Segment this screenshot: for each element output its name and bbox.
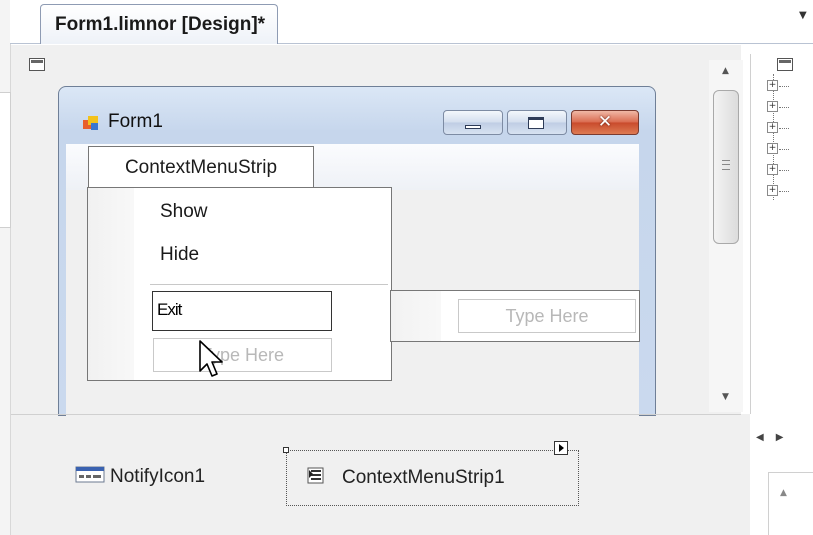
plus-icon[interactable]: +: [767, 80, 778, 91]
left-panel-tab[interactable]: [0, 92, 11, 228]
selection-handle[interactable]: [283, 447, 289, 453]
plus-icon[interactable]: +: [767, 164, 778, 175]
menu-image-margin: [88, 188, 134, 380]
context-menu-strip-icon: [307, 467, 324, 484]
scrollbar-grip-icon: [722, 160, 730, 170]
scroll-down-arrow-icon[interactable]: ▼: [722, 392, 729, 402]
mouse-pointer-icon: [199, 340, 223, 377]
type-here-submenu-item[interactable]: Type Here: [458, 299, 636, 333]
document-outline-panel: [750, 54, 813, 414]
left-panel-edge: [0, 0, 11, 535]
tree-connector: [773, 74, 775, 200]
panel-splitter[interactable]: [741, 414, 750, 535]
tree-connector: [779, 170, 789, 171]
type-here-new-item[interactable]: Type Here: [153, 338, 332, 372]
scroll-up-arrow-icon[interactable]: ▲: [780, 488, 787, 498]
context-menu-strip-component[interactable]: ContextMenuStrip1: [342, 467, 505, 489]
form-icon: [83, 116, 98, 130]
horizontal-scroll-arrows-icon[interactable]: ◀▶: [756, 432, 795, 443]
plus-icon[interactable]: +: [767, 143, 778, 154]
menu-item-hide[interactable]: Hide: [160, 244, 199, 266]
minimize-icon: [465, 125, 481, 129]
collapse-icon[interactable]: [29, 58, 45, 71]
minimize-button[interactable]: [443, 110, 503, 135]
submenu-image-margin: [391, 291, 441, 341]
component-tray-divider: [11, 414, 741, 415]
tab-dropdown-icon[interactable]: ▼: [799, 10, 807, 21]
tree-connector: [779, 149, 789, 150]
plus-icon[interactable]: +: [767, 101, 778, 112]
tree-connector: [779, 86, 789, 87]
plus-icon[interactable]: +: [767, 122, 778, 133]
plus-icon[interactable]: +: [767, 185, 778, 196]
context-menu-strip-header[interactable]: ContextMenuStrip: [88, 146, 314, 188]
scroll-up-arrow-icon[interactable]: ▲: [722, 66, 729, 76]
maximize-icon: [528, 117, 544, 129]
collapse-icon[interactable]: [777, 58, 793, 71]
notify-icon-component[interactable]: NotifyIcon1: [110, 466, 205, 488]
menu-item-show[interactable]: Show: [160, 201, 208, 223]
tree-connector: [779, 128, 789, 129]
menu-separator: [150, 284, 388, 285]
properties-panel: [768, 472, 813, 535]
tree-connector: [779, 107, 789, 108]
close-icon: ✕: [597, 112, 613, 132]
smart-tag-arrow-icon[interactable]: [554, 441, 568, 455]
form-title: Form1: [108, 111, 163, 132]
notify-icon: [75, 466, 105, 483]
tree-connector: [779, 191, 789, 192]
menu-item-exit-editor[interactable]: Exit: [152, 291, 332, 331]
document-tab-form1-design[interactable]: Form1.limnor [Design]*: [40, 4, 279, 44]
